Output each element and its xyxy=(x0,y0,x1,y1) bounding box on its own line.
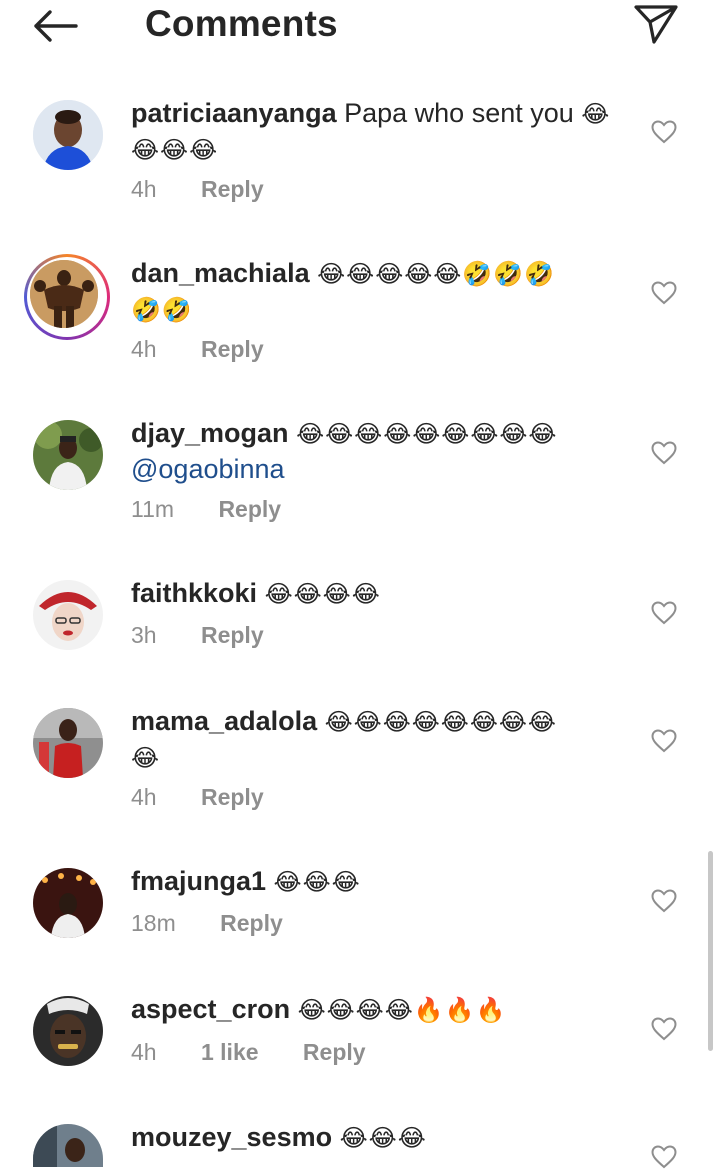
heart-icon[interactable] xyxy=(651,1017,677,1041)
avatar[interactable] xyxy=(33,580,103,650)
like-count[interactable]: 1 like xyxy=(201,1038,259,1066)
heart-icon[interactable] xyxy=(651,889,677,913)
comment-body: djay_mogan 😂😂😂😂😂😂😂😂😂 @ogaobinna xyxy=(131,416,621,486)
comment-emojis: 😂😂😂😂😂😂😂😂😂 xyxy=(296,421,558,448)
comment-time: 4h xyxy=(131,1039,157,1065)
avatar[interactable] xyxy=(33,868,103,938)
comment-meta: 18m Reply xyxy=(131,909,283,937)
comment-body: mama_adalola 😂😂😂😂😂😂😂😂 😂 xyxy=(131,704,621,776)
comment-emojis: 😂😂😂 xyxy=(273,869,361,896)
comment-username[interactable]: djay_mogan xyxy=(131,418,289,448)
comment-emojis-line2: 🤣🤣 xyxy=(131,297,193,324)
comment-time: 4h xyxy=(131,336,157,362)
comment-username[interactable]: mama_adalola xyxy=(131,706,317,736)
comment-emojis: 😂😂😂😂😂😂😂😂 xyxy=(324,709,557,736)
comment-time: 4h xyxy=(131,784,157,810)
comment-username[interactable]: faithkkoki xyxy=(131,578,257,608)
paper-plane-icon xyxy=(634,5,678,44)
comment-time: 3h xyxy=(131,622,157,648)
avatar[interactable] xyxy=(33,996,103,1066)
share-button[interactable] xyxy=(632,2,680,46)
comment-username[interactable]: dan_machiala xyxy=(131,258,310,288)
heart-icon[interactable] xyxy=(651,281,677,305)
heart-icon[interactable] xyxy=(651,729,677,753)
reply-button[interactable]: Reply xyxy=(201,784,264,810)
comment-time: 11m xyxy=(131,496,175,522)
comment-emojis-line2: 😂 xyxy=(131,745,161,772)
scrollbar[interactable] xyxy=(708,851,713,1051)
comment-body: patriciaanyanga Papa who sent you 😂 😂😂😂 xyxy=(131,96,621,168)
reply-button[interactable]: Reply xyxy=(218,496,281,522)
heart-icon[interactable] xyxy=(651,1145,677,1169)
comment-emojis-line2: 😂😂😂 xyxy=(131,137,219,164)
comment-body: dan_machiala 😂😂😂😂😂🤣🤣🤣 🤣🤣 xyxy=(131,256,621,328)
reply-button[interactable]: Reply xyxy=(201,622,264,648)
avatar[interactable] xyxy=(33,420,103,490)
comments-header: Comments xyxy=(0,0,719,62)
comment-username[interactable]: fmajunga1 xyxy=(131,866,266,896)
avatar[interactable] xyxy=(33,708,103,778)
avatar[interactable] xyxy=(33,1124,103,1167)
comment-time: 18m xyxy=(131,910,176,936)
mention-link[interactable]: @ogaobinna xyxy=(131,454,285,484)
comment-text: Papa who sent you xyxy=(344,98,574,128)
comment-username[interactable]: mouzey_sesmo xyxy=(131,1122,332,1152)
heart-icon[interactable] xyxy=(651,601,677,625)
comment-username[interactable]: patriciaanyanga xyxy=(131,98,337,128)
heart-icon[interactable] xyxy=(651,120,677,144)
back-button[interactable] xyxy=(30,8,82,44)
comment-emojis: 😂 xyxy=(581,101,611,128)
story-ring[interactable] xyxy=(24,254,110,340)
reply-button[interactable]: Reply xyxy=(220,910,283,936)
comment-body: aspect_cron 😂😂😂😂🔥🔥🔥 xyxy=(131,992,621,1028)
reply-button[interactable]: Reply xyxy=(303,1039,366,1065)
comment-emojis: 😂😂😂😂😂🤣🤣🤣 xyxy=(317,261,555,288)
arrow-left-icon xyxy=(34,10,78,42)
page-title: Comments xyxy=(145,3,338,44)
comment-time: 4h xyxy=(131,176,157,202)
comment-meta: 4h Reply xyxy=(131,335,264,363)
heart-icon[interactable] xyxy=(651,441,677,465)
comment-meta: 4h Reply xyxy=(131,175,264,203)
comment-meta: 4h 1 like Reply xyxy=(131,1038,366,1066)
comment-emojis: 😂😂😂😂🔥🔥🔥 xyxy=(297,997,507,1024)
comment-meta: 3h Reply xyxy=(131,621,264,649)
reply-button[interactable]: Reply xyxy=(201,176,264,202)
comment-body: fmajunga1 😂😂😂 xyxy=(131,864,621,900)
comment-emojis: 😂😂😂😂 xyxy=(264,581,381,608)
comment-meta: 11m Reply xyxy=(131,495,281,523)
avatar[interactable] xyxy=(33,100,103,170)
comment-meta: 4h Reply xyxy=(131,783,264,811)
avatar xyxy=(30,260,98,328)
reply-button[interactable]: Reply xyxy=(201,336,264,362)
comment-body: faithkkoki 😂😂😂😂 xyxy=(131,576,621,612)
comment-username[interactable]: aspect_cron xyxy=(131,994,290,1024)
comment-body: mouzey_sesmo 😂😂😂 xyxy=(131,1120,621,1156)
comment-emojis: 😂😂😂 xyxy=(339,1125,427,1152)
